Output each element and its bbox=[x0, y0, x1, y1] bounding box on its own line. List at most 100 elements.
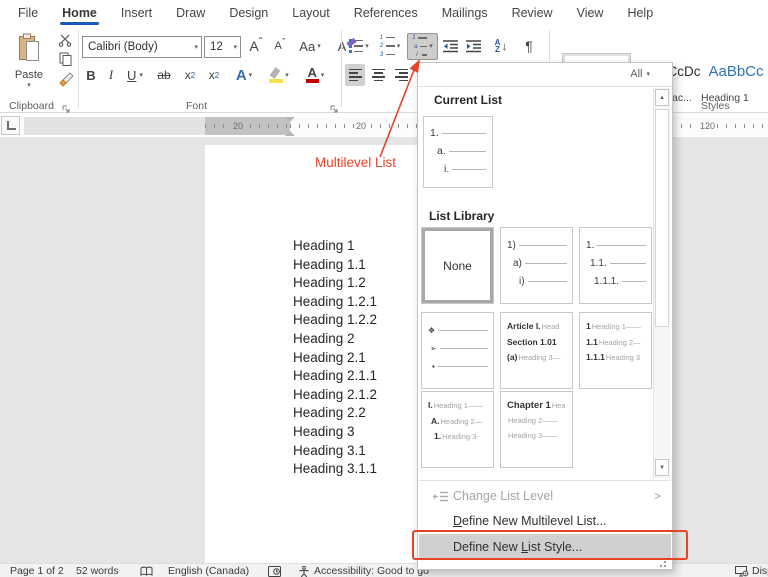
copy-button[interactable] bbox=[55, 51, 75, 67]
change-list-level-icon bbox=[433, 491, 448, 501]
bold-button[interactable]: B bbox=[82, 64, 100, 86]
decrease-indent-button[interactable] bbox=[440, 34, 460, 58]
list-style-decimal[interactable]: 1. 1.1. 1.1.1. bbox=[579, 227, 652, 304]
scrollbar-thumb[interactable] bbox=[655, 109, 669, 327]
tab-references[interactable]: References bbox=[342, 0, 430, 26]
chevron-down-icon: ▾ bbox=[248, 71, 253, 79]
align-center-button[interactable] bbox=[368, 64, 388, 86]
numbered-list-icon: 1 2 3 bbox=[380, 35, 395, 58]
chevron-down-icon: ▾ bbox=[429, 43, 433, 50]
text-predictions-icon[interactable] bbox=[268, 566, 281, 577]
tab-home[interactable]: Home bbox=[50, 0, 109, 26]
font-size-value: 12 bbox=[210, 41, 223, 53]
accessibility-icon[interactable] bbox=[298, 565, 310, 577]
font-size-combobox[interactable]: 12 ▾ bbox=[204, 36, 241, 58]
document-text: Heading 1 Heading 1.1 Heading 1.2 Headin… bbox=[293, 238, 378, 477]
shrink-font-button[interactable]: Aˇ bbox=[269, 34, 291, 58]
language-indicator[interactable]: English (Canada) bbox=[168, 565, 249, 577]
underline-button[interactable]: U ▾ bbox=[121, 64, 149, 86]
subscript-button[interactable]: x2 bbox=[179, 64, 201, 86]
word-count[interactable]: 52 words bbox=[76, 565, 119, 577]
font-name-combobox[interactable]: Calibri (Body) ▾ bbox=[82, 36, 202, 58]
style-heading1[interactable]: AaBbCc bbox=[705, 53, 767, 89]
shrink-font-icon: A bbox=[274, 40, 282, 52]
text-effects-icon: A bbox=[235, 66, 247, 84]
dropdown-scrollbar[interactable]: ▲ ▼ bbox=[653, 88, 670, 478]
scroll-up-button[interactable]: ▲ bbox=[655, 89, 669, 106]
align-right-button[interactable] bbox=[391, 64, 411, 86]
list-style-article-section[interactable]: Article I. Head Section 1.01 (a) Heading 3… bbox=[500, 312, 573, 389]
list-style-none[interactable]: None bbox=[421, 227, 494, 304]
bullets-button[interactable]: ▾ bbox=[345, 34, 373, 58]
list-style-decimal-headings[interactable]: 1 Heading 1—— 1.1 Heading 2— 1.1.1 Heading … bbox=[579, 312, 652, 389]
paste-button[interactable]: Paste ▾ bbox=[6, 30, 52, 92]
ruler-tab-selector[interactable] bbox=[1, 116, 20, 135]
gallery-filter-dropdown[interactable]: All ▾ bbox=[630, 68, 650, 80]
ruler-number: 120 bbox=[698, 120, 718, 132]
align-right-icon bbox=[394, 68, 408, 82]
format-painter-button[interactable] bbox=[55, 70, 77, 90]
sort-icon: A Z bbox=[494, 38, 501, 54]
preview-number: i. bbox=[444, 163, 450, 175]
grow-font-button[interactable]: Aˆ bbox=[244, 34, 268, 58]
show-paragraph-marks-button[interactable]: ¶ bbox=[518, 34, 540, 58]
strikethrough-button[interactable]: ab bbox=[152, 64, 176, 86]
annotation-highlight-box bbox=[412, 530, 688, 560]
tab-file[interactable]: File bbox=[6, 0, 50, 26]
font-color-button[interactable]: A ▾ bbox=[299, 64, 331, 86]
style-no-spacing-label: ac... bbox=[672, 92, 692, 104]
display-settings-label[interactable]: Disp bbox=[752, 565, 768, 577]
tab-help[interactable]: Help bbox=[615, 0, 665, 26]
tab-view[interactable]: View bbox=[565, 0, 616, 26]
scroll-down-button[interactable]: ▼ bbox=[655, 459, 669, 476]
sort-button[interactable]: A Z ↓ bbox=[488, 34, 514, 58]
italic-button[interactable]: I bbox=[103, 64, 119, 86]
tab-insert[interactable]: Insert bbox=[109, 0, 164, 26]
text-effects-button[interactable]: A ▾ bbox=[229, 64, 259, 86]
filter-label: All bbox=[630, 68, 643, 80]
subscript-number: 2 bbox=[190, 70, 196, 80]
align-left-button[interactable] bbox=[345, 64, 365, 86]
decrease-indent-icon bbox=[442, 39, 458, 52]
strikethrough-icon: ab bbox=[157, 68, 171, 82]
superscript-button[interactable]: x2 bbox=[203, 64, 225, 86]
list-style-chapter[interactable]: Chapter 1 Hea Heading 2—— Heading 3—— bbox=[500, 391, 573, 468]
copy-icon bbox=[59, 52, 71, 66]
current-list-header: Current List bbox=[434, 93, 503, 107]
scroll-down-icon: ▼ bbox=[659, 464, 665, 471]
change-case-icon: Aa bbox=[299, 38, 316, 54]
proofing-icon[interactable] bbox=[140, 566, 153, 577]
ruler-right-segment: 120 bbox=[672, 117, 768, 135]
cut-button[interactable] bbox=[55, 32, 75, 48]
multilevel-list-button[interactable]: 1 a i ▾ bbox=[407, 33, 438, 60]
pilcrow-icon: ¶ bbox=[525, 38, 533, 54]
change-case-button[interactable]: Aa ▾ bbox=[294, 34, 326, 58]
list-style-bullets[interactable]: ❖ ➢ ▪ bbox=[421, 312, 494, 389]
multilevel-list-dropdown: All ▾ Current List 1. a. i. List Library… bbox=[417, 62, 673, 570]
tab-mailings[interactable]: Mailings bbox=[430, 0, 500, 26]
chevron-down-icon: ▾ bbox=[27, 82, 31, 89]
tab-review[interactable]: Review bbox=[500, 0, 565, 26]
highlight-button[interactable]: ▾ bbox=[263, 64, 295, 86]
align-center-icon bbox=[371, 68, 385, 82]
accessibility-status[interactable]: Accessibility: Good to go bbox=[314, 565, 429, 577]
chevron-down-icon: ▾ bbox=[317, 42, 321, 50]
display-settings-icon[interactable] bbox=[735, 566, 749, 577]
format-painter-icon bbox=[59, 72, 74, 87]
page-indicator[interactable]: Page 1 of 2 bbox=[10, 565, 64, 577]
tab-layout[interactable]: Layout bbox=[280, 0, 342, 26]
submenu-chevron-icon: > bbox=[653, 489, 661, 503]
menu-item-change-list-level[interactable]: Change List Level > bbox=[419, 484, 671, 508]
chevron-down-icon: ▾ bbox=[646, 70, 650, 78]
hanging-indent-marker[interactable] bbox=[285, 126, 295, 136]
chevron-down-icon: ▾ bbox=[365, 42, 369, 50]
list-style-paren[interactable]: 1) a) i) bbox=[500, 227, 573, 304]
list-style-roman-headings[interactable]: I. Heading 1—— A. Heading 2— 1. Heading 3- bbox=[421, 391, 494, 468]
bullet-list-icon bbox=[349, 39, 364, 53]
bold-icon: B bbox=[86, 67, 96, 83]
current-list-preview[interactable]: 1. a. i. bbox=[423, 116, 493, 188]
numbering-button[interactable]: 1 2 3 ▾ bbox=[376, 34, 404, 58]
tab-draw[interactable]: Draw bbox=[164, 0, 217, 26]
increase-indent-button[interactable] bbox=[463, 34, 483, 58]
tab-design[interactable]: Design bbox=[217, 0, 280, 26]
